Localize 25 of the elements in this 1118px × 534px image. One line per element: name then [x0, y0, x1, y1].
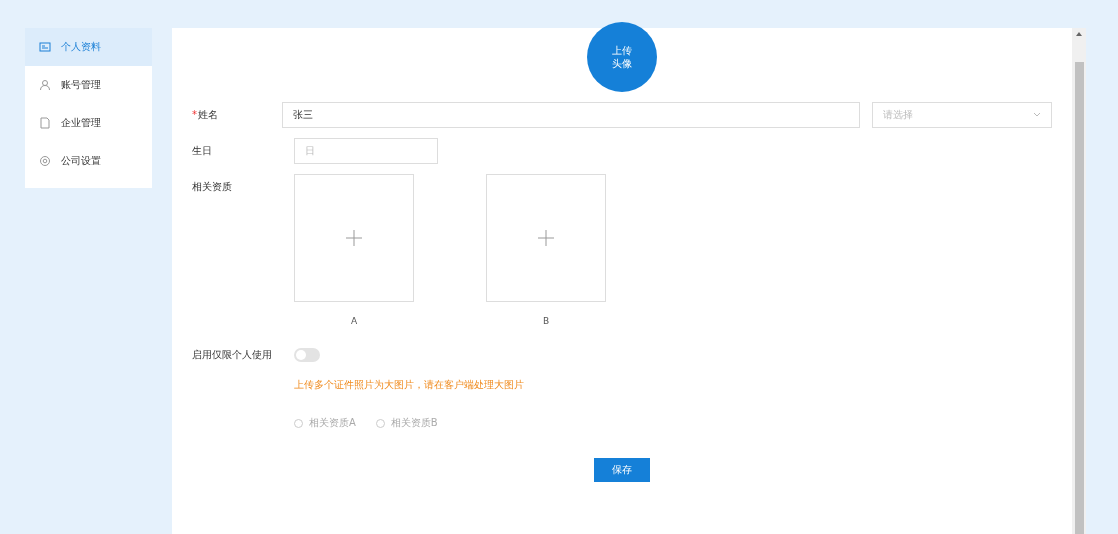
required-mark: * — [192, 108, 198, 122]
gear-icon — [39, 155, 51, 167]
toggle-switch[interactable] — [294, 348, 320, 362]
id-card-icon — [39, 41, 51, 53]
save-button[interactable]: 保存 — [594, 458, 650, 482]
warning-text: 上传多个证件照片为大图片，请在客户端处理大图片 — [294, 378, 525, 392]
name-label: 姓名 — [198, 108, 219, 122]
person-icon — [39, 79, 51, 91]
up-arrow-icon — [1076, 32, 1082, 36]
radio-option[interactable]: 相关资质B — [375, 416, 438, 430]
sidebar-item[interactable]: 个人资料 — [25, 28, 152, 66]
toggle-label: 启用仅限个人使用 — [192, 348, 273, 362]
radio-option[interactable]: 相关资质A — [294, 416, 356, 430]
name-field[interactable]: 张三 — [282, 102, 860, 128]
birthday-label: 生日 — [192, 144, 213, 158]
upload-box[interactable] — [294, 174, 414, 302]
plus-icon — [346, 230, 362, 246]
upload-caption: A — [350, 316, 358, 326]
plus-icon — [538, 230, 554, 246]
caret-icon — [1033, 112, 1041, 118]
upload-box[interactable] — [486, 174, 606, 302]
upload-caption: B — [542, 316, 550, 326]
scrollbar[interactable] — [1072, 28, 1086, 534]
document-icon — [39, 117, 51, 129]
qualifications-label: 相关资质 — [192, 180, 233, 194]
